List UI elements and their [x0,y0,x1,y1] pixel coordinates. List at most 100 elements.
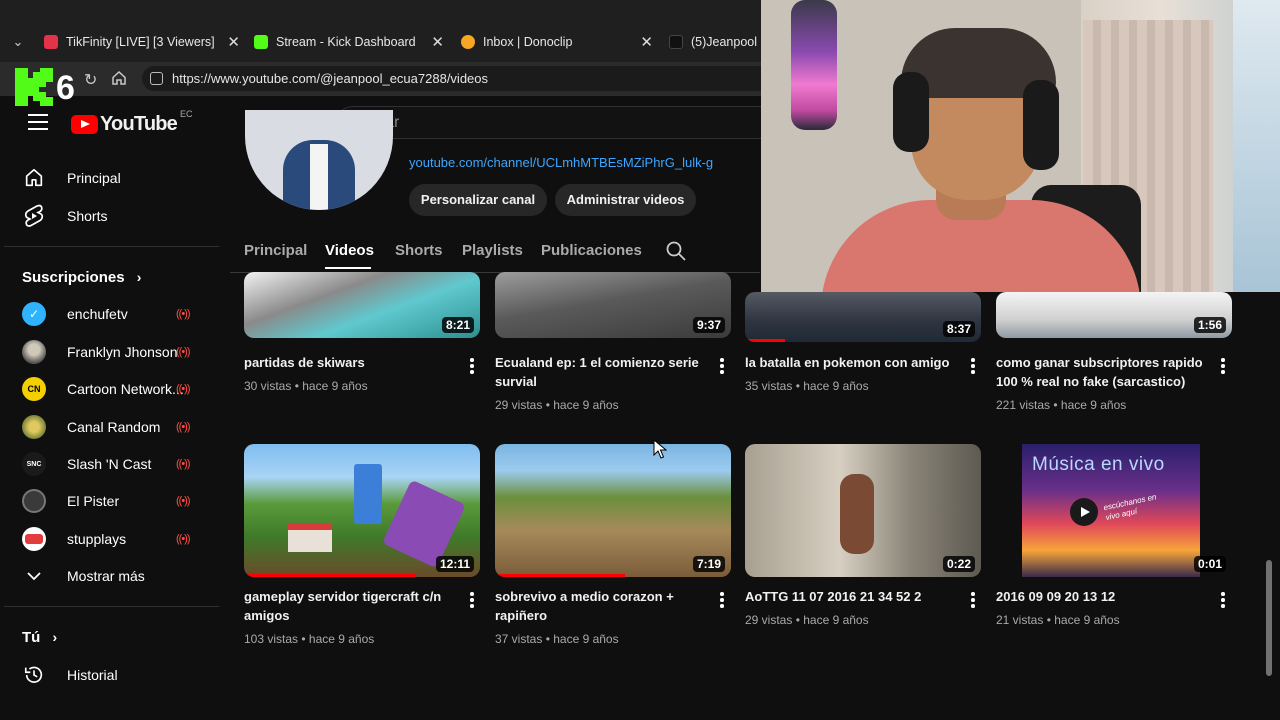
headphone-right-shape [1023,80,1059,170]
sidebar-show-more[interactable]: Mostrar más [0,558,215,594]
video-menu-icon[interactable] [470,358,474,376]
video-meta: 37 vistas • hace 9 años [495,632,619,646]
sidebar-item-principal[interactable]: Principal [0,160,215,196]
sidebar-item-subscription[interactable]: ✓ enchufetv ((•)) [0,296,215,332]
home-button-icon[interactable] [111,70,127,91]
video-menu-icon[interactable] [1221,358,1225,376]
sidebar-item-subscription[interactable]: Canal Random ((•)) [0,409,215,445]
manage-videos-button[interactable]: Administrar videos [555,184,696,216]
video-menu-icon[interactable] [470,592,474,610]
url-text: https://www.youtube.com/@jeanpool_ecua72… [172,71,489,86]
sidebar-item-subscription[interactable]: Franklyn Jhonson ((•)) [0,334,215,370]
you-heading[interactable]: Tú › [22,629,57,646]
channel-link[interactable]: youtube.com/channel/UCLmhMTBEsMZiPhrG_lu… [409,155,713,170]
video-title[interactable]: gameplay servidor tigercraft c/n amigos [244,587,459,625]
scrollbar-thumb[interactable] [1266,560,1272,676]
sidebar-item-label: Historial [67,667,118,683]
sidebar-item-shorts[interactable]: Shorts [0,198,215,234]
live-icon: ((•)) [176,383,190,395]
video-menu-icon[interactable] [1221,592,1225,610]
shorts-icon [22,204,46,228]
close-tab-icon[interactable]: ✕ [640,33,653,51]
sidebar-divider [4,606,219,607]
video-title[interactable]: como ganar subscriptores rapido 100 % re… [996,353,1211,391]
headphone-left-shape [893,72,929,152]
tab-favicon-icon [44,34,58,49]
video-thumbnail[interactable]: 8:21 [244,272,480,338]
video-meta: 29 vistas • hace 9 años [745,613,869,627]
video-menu-icon[interactable] [971,358,975,376]
video-title[interactable]: sobrevivo a medio corazon + rapiñero [495,587,710,625]
sidebar-divider [4,246,219,247]
channel-avatar-large[interactable] [245,110,393,210]
customize-channel-button[interactable]: Personalizar canal [409,184,547,216]
watch-progress-bar [745,339,786,342]
tab-label: (5)Jeanpool (@ [691,34,761,49]
kick-favicon-icon [254,34,268,49]
subscriptions-heading[interactable]: Suscripciones › [22,269,141,286]
tab-playlists[interactable]: Playlists [462,242,523,259]
video-thumbnail[interactable]: 1:56 [996,292,1232,338]
video-title[interactable]: la batalla en pokemon con amigo [745,353,960,372]
video-title[interactable]: AoTTG 11 07 2016 21 34 52 2 [745,587,960,606]
video-title[interactable]: Ecualand ep: 1 el comienzo serie survial [495,353,710,391]
site-info-icon[interactable] [150,72,163,85]
tab-videos[interactable]: Videos [325,242,374,259]
video-menu-icon[interactable] [720,592,724,610]
mouse-cursor-icon [653,439,667,459]
live-icon: ((•)) [176,533,190,545]
close-tab-icon[interactable]: ✕ [431,33,444,51]
sidebar-item-subscription[interactable]: stupplays ((•)) [0,521,215,557]
address-bar[interactable]: https://www.youtube.com/@jeanpool_ecua72… [142,66,792,91]
guide-menu-button[interactable] [28,114,48,132]
sidebar-item-history[interactable]: Historial [0,657,215,693]
kick-viewer-count: 6 [56,69,75,107]
tab-label: Inbox | Donoclip [483,34,573,49]
kick-logo-icon [15,68,53,106]
cake-block-shape [288,524,332,552]
video-meta: 30 vistas • hace 9 años [244,379,368,393]
thumbnail-image: Música en vivo escúchanos en vivo aquí [1022,444,1200,577]
youtube-logo[interactable]: YouTube EC [71,109,193,136]
video-duration: 9:37 [692,317,725,333]
browser-tab[interactable]: (5)Jeanpool (@ [669,28,761,55]
channel-avatar: CN [22,377,46,401]
video-thumbnail[interactable]: 9:37 [495,272,731,338]
video-thumbnail[interactable]: 7:19 [495,444,731,577]
video-menu-icon[interactable] [971,592,975,610]
tab-publicaciones[interactable]: Publicaciones [541,242,642,259]
search-input[interactable]: Buscar [336,106,776,139]
tab-principal[interactable]: Principal [244,242,307,259]
video-thumbnail[interactable]: Música en vivo escúchanos en vivo aquí 0… [996,444,1232,577]
sidebar-item-subscription[interactable]: SNC Slash 'N Cast ((•)) [0,446,215,482]
video-thumbnail[interactable]: 12:11 [244,444,480,577]
browser-tab[interactable]: TikFinity [LIVE] [3 Viewers] ✕ [44,28,240,55]
tab-search-chevron-icon[interactable]: ⌄ [6,30,30,54]
browser-tab[interactable]: Inbox | Donoclip ✕ [461,28,653,55]
chevron-right-icon: › [136,269,142,285]
video-menu-icon[interactable] [720,358,724,376]
channel-search-icon[interactable] [666,241,686,261]
channel-avatar [22,527,46,551]
sidebar-item-label: El Pister [67,493,120,509]
browser-tab[interactable]: Stream - Kick Dashboard ✕ [254,28,444,55]
video-title[interactable]: partidas de skiwars [244,353,459,372]
tab-shorts[interactable]: Shorts [395,242,443,259]
sidebar-item-subscription[interactable]: CN Cartoon Network... ((•)) [0,371,215,407]
video-duration: 0:01 [1193,556,1226,572]
video-title[interactable]: 2016 09 09 20 13 12 [996,587,1211,606]
video-duration: 8:21 [441,317,474,333]
tab-label: TikFinity [LIVE] [3 Viewers] [66,34,215,49]
play-circle-icon [1070,498,1098,526]
channel-avatar [22,340,46,364]
close-tab-icon[interactable]: ✕ [227,33,240,51]
live-icon: ((•)) [176,495,190,507]
video-thumbnail[interactable]: 0:22 [745,444,981,577]
video-duration: 8:37 [942,321,975,337]
video-thumbnail[interactable]: 8:37 [745,292,981,342]
watch-progress-bar [495,574,625,577]
reload-icon[interactable]: ↻ [84,70,97,90]
live-icon: ((•)) [176,346,190,358]
sidebar-item-subscription[interactable]: El Pister ((•)) [0,483,215,519]
microphone-shape [781,0,851,130]
